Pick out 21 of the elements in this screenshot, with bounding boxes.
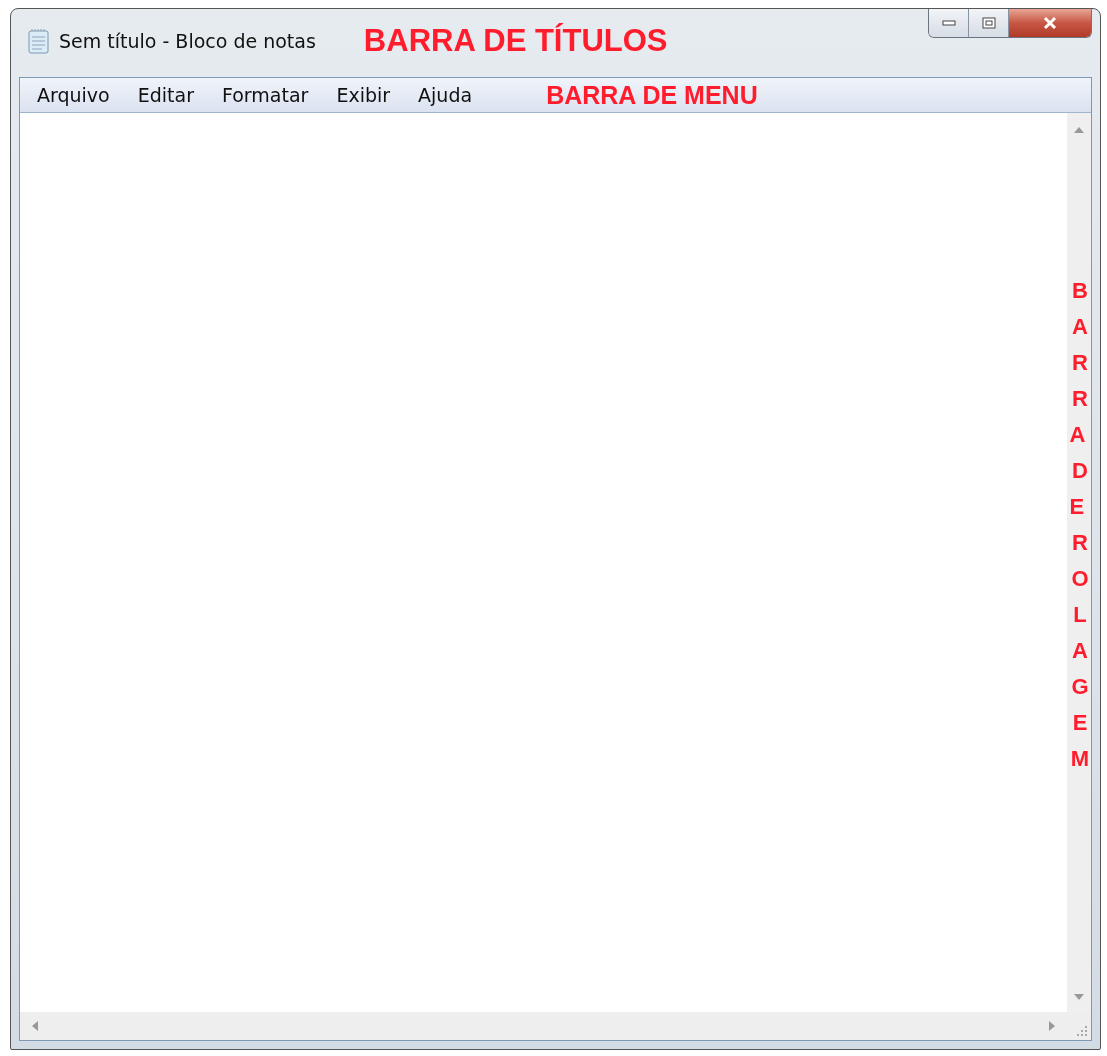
annotation-label: BARRA DE MENU [546,80,758,110]
window-title: Sem título - Bloco de notas [59,30,316,52]
notepad-icon [27,28,51,54]
scroll-up-icon[interactable] [1074,127,1084,133]
resize-grip-icon[interactable] [1077,1026,1087,1036]
menu-item[interactable]: Editar [123,84,208,106]
annotation-label: BARRA DE TÍTULOS [363,23,668,59]
close-button[interactable] [1009,9,1091,37]
menu-item[interactable]: Arquivo [20,84,124,106]
scroll-left-icon[interactable] [32,1021,38,1031]
menu-item[interactable]: Ajuda [404,84,487,106]
scroll-down-icon[interactable] [1074,994,1084,1000]
minimize-icon [941,20,956,26]
menu-item[interactable]: Formatar [208,84,323,106]
maximize-icon [981,17,996,29]
close-icon [1042,16,1058,30]
menu-item[interactable]: Exibir [322,84,405,106]
annotation-label: BARRA DE ROLAGEM [1069,277,1091,773]
maximize-button[interactable] [969,9,1009,37]
minimize-button[interactable] [929,9,969,37]
scroll-right-icon[interactable] [1049,1021,1055,1031]
